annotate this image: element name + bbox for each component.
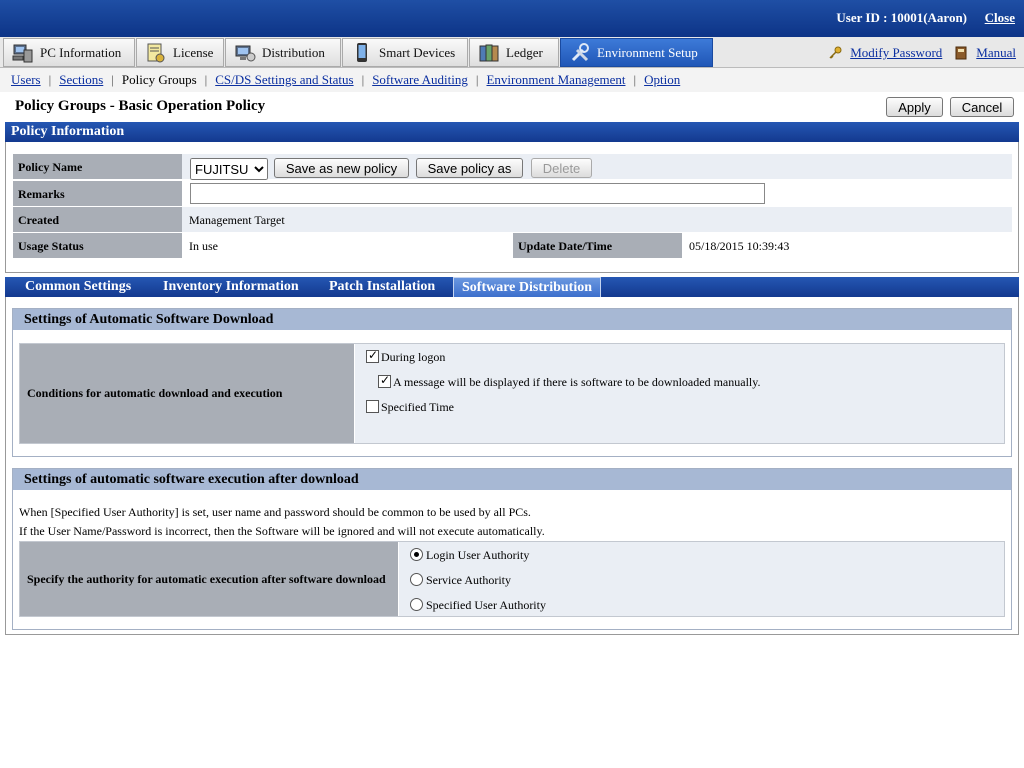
subnav-sections[interactable]: Sections	[59, 72, 103, 88]
specified-user-note: When [Specified User Authority] is set, …	[19, 505, 531, 519]
download-conditions-options	[355, 344, 1004, 443]
tab-label: Environment Setup	[597, 44, 698, 60]
distribution-icon	[234, 42, 256, 64]
tab-patch-installation[interactable]: Patch Installation	[321, 277, 443, 297]
cancel-button[interactable]: Cancel	[950, 97, 1014, 117]
subnav-option[interactable]: Option	[644, 72, 680, 88]
specified-user-authority-label: Specified User Authority	[426, 598, 546, 612]
login-user-authority-label: Login User Authority	[426, 548, 530, 562]
auto-download-heading: Settings of Automatic Software Download	[13, 309, 1011, 330]
created-label: Created	[13, 207, 182, 233]
main-tab-bar: PC Information License Distribution Smar…	[0, 37, 1024, 68]
subnav-software-auditing[interactable]: Software Auditing	[372, 72, 468, 88]
user-id-value: 10001(Aaron)	[890, 10, 967, 25]
tab-distribution[interactable]: Distribution	[225, 38, 341, 67]
tab-common-settings[interactable]: Common Settings	[17, 277, 139, 297]
specified-time-checkbox[interactable]	[366, 400, 379, 413]
created-value: Management Target	[182, 207, 1012, 233]
specified-time-label: Specified Time	[381, 400, 455, 414]
usage-status-row: Usage Status In use Update Date/Time 05/…	[13, 233, 1012, 259]
user-id-label: User ID :	[836, 10, 891, 25]
tab-software-distribution[interactable]: Software Distribution	[453, 277, 602, 297]
apply-button[interactable]: Apply	[886, 97, 943, 117]
tab-label: PC Information	[40, 44, 122, 60]
remarks-input[interactable]	[190, 183, 765, 204]
download-conditions-label: Conditions for automatic download and ex…	[20, 344, 354, 443]
tab-smart-devices[interactable]: Smart Devices	[342, 38, 468, 67]
update-datetime-label: Update Date/Time	[513, 233, 682, 259]
sub-navigation: Users | Sections | Policy Groups | CS/DS Se…	[0, 68, 1024, 92]
specified-user-authority-radio[interactable]	[410, 598, 423, 611]
download-conditions-row: Conditions for automatic download and ex…	[19, 343, 1005, 444]
page-title: Policy Groups - Basic Operation Policy	[15, 98, 266, 114]
remarks-label: Remarks	[13, 181, 182, 207]
user-id: User ID : 10001(Aaron)	[836, 10, 967, 26]
subnav-environment-management[interactable]: Environment Management	[486, 72, 625, 88]
policy-info-heading: Policy Information	[5, 122, 1019, 142]
subnav-policy-groups: Policy Groups	[121, 72, 197, 87]
save-policy-as-button[interactable]: Save policy as	[416, 158, 523, 178]
during-logon-label: During logon	[381, 350, 446, 364]
tab-environment-setup[interactable]: Environment Setup	[560, 38, 713, 67]
manual-icon	[954, 46, 968, 60]
tab-inventory-information[interactable]: Inventory Information	[155, 277, 307, 297]
usage-status-value: In use	[182, 233, 513, 259]
delete-button[interactable]: Delete	[531, 158, 592, 178]
manual-link[interactable]: Manual	[976, 45, 1016, 61]
header-links: Modify Password Manual	[828, 45, 1016, 61]
tab-label: Distribution	[262, 44, 325, 60]
service-authority-label: Service Authority	[426, 573, 511, 587]
ledger-icon	[478, 42, 500, 64]
auto-execution-heading: Settings of automatic software execution…	[13, 469, 1011, 490]
tab-pc-information[interactable]: PC Information	[3, 38, 135, 67]
tab-label: Smart Devices	[379, 44, 456, 60]
key-icon	[828, 46, 842, 60]
login-user-authority-radio[interactable]	[410, 548, 423, 561]
subnav-users[interactable]: Users	[11, 72, 41, 88]
tab-label: License	[173, 44, 214, 60]
modify-password-link[interactable]: Modify Password	[850, 45, 942, 61]
policy-name-select[interactable]: FUJITSU	[190, 158, 268, 180]
top-header: User ID : 10001(Aaron) Close	[0, 0, 1024, 37]
tab-ledger[interactable]: Ledger	[469, 38, 559, 67]
smart-device-icon	[351, 42, 373, 64]
save-as-new-policy-button[interactable]: Save as new policy	[274, 158, 409, 178]
during-logon-checkbox[interactable]	[366, 348, 379, 363]
tab-license[interactable]: License	[136, 38, 224, 67]
invalid-credentials-note: If the User Name/Password is incorrect, …	[19, 524, 545, 538]
usage-status-label: Usage Status	[13, 233, 182, 259]
pc-icon	[12, 42, 34, 64]
subnav-csds-settings[interactable]: CS/DS Settings and Status	[215, 72, 353, 88]
policy-sub-tabs: Common Settings Inventory Information Pa…	[5, 277, 1019, 297]
tab-label: Ledger	[506, 44, 543, 60]
close-link[interactable]: Close	[985, 10, 1015, 26]
manual-download-message-label: A message will be displayed if there is …	[393, 375, 761, 389]
tools-icon	[569, 42, 591, 64]
update-datetime-value: 05/18/2015 10:39:43	[682, 233, 1012, 259]
service-authority-radio[interactable]	[410, 573, 423, 586]
manual-download-message-checkbox[interactable]	[378, 373, 391, 388]
policy-name-label: Policy Name	[13, 154, 182, 180]
execution-authority-label: Specify the authority for automatic exec…	[20, 542, 398, 616]
created-row: Created Management Target	[13, 207, 1012, 233]
license-icon	[145, 42, 167, 64]
